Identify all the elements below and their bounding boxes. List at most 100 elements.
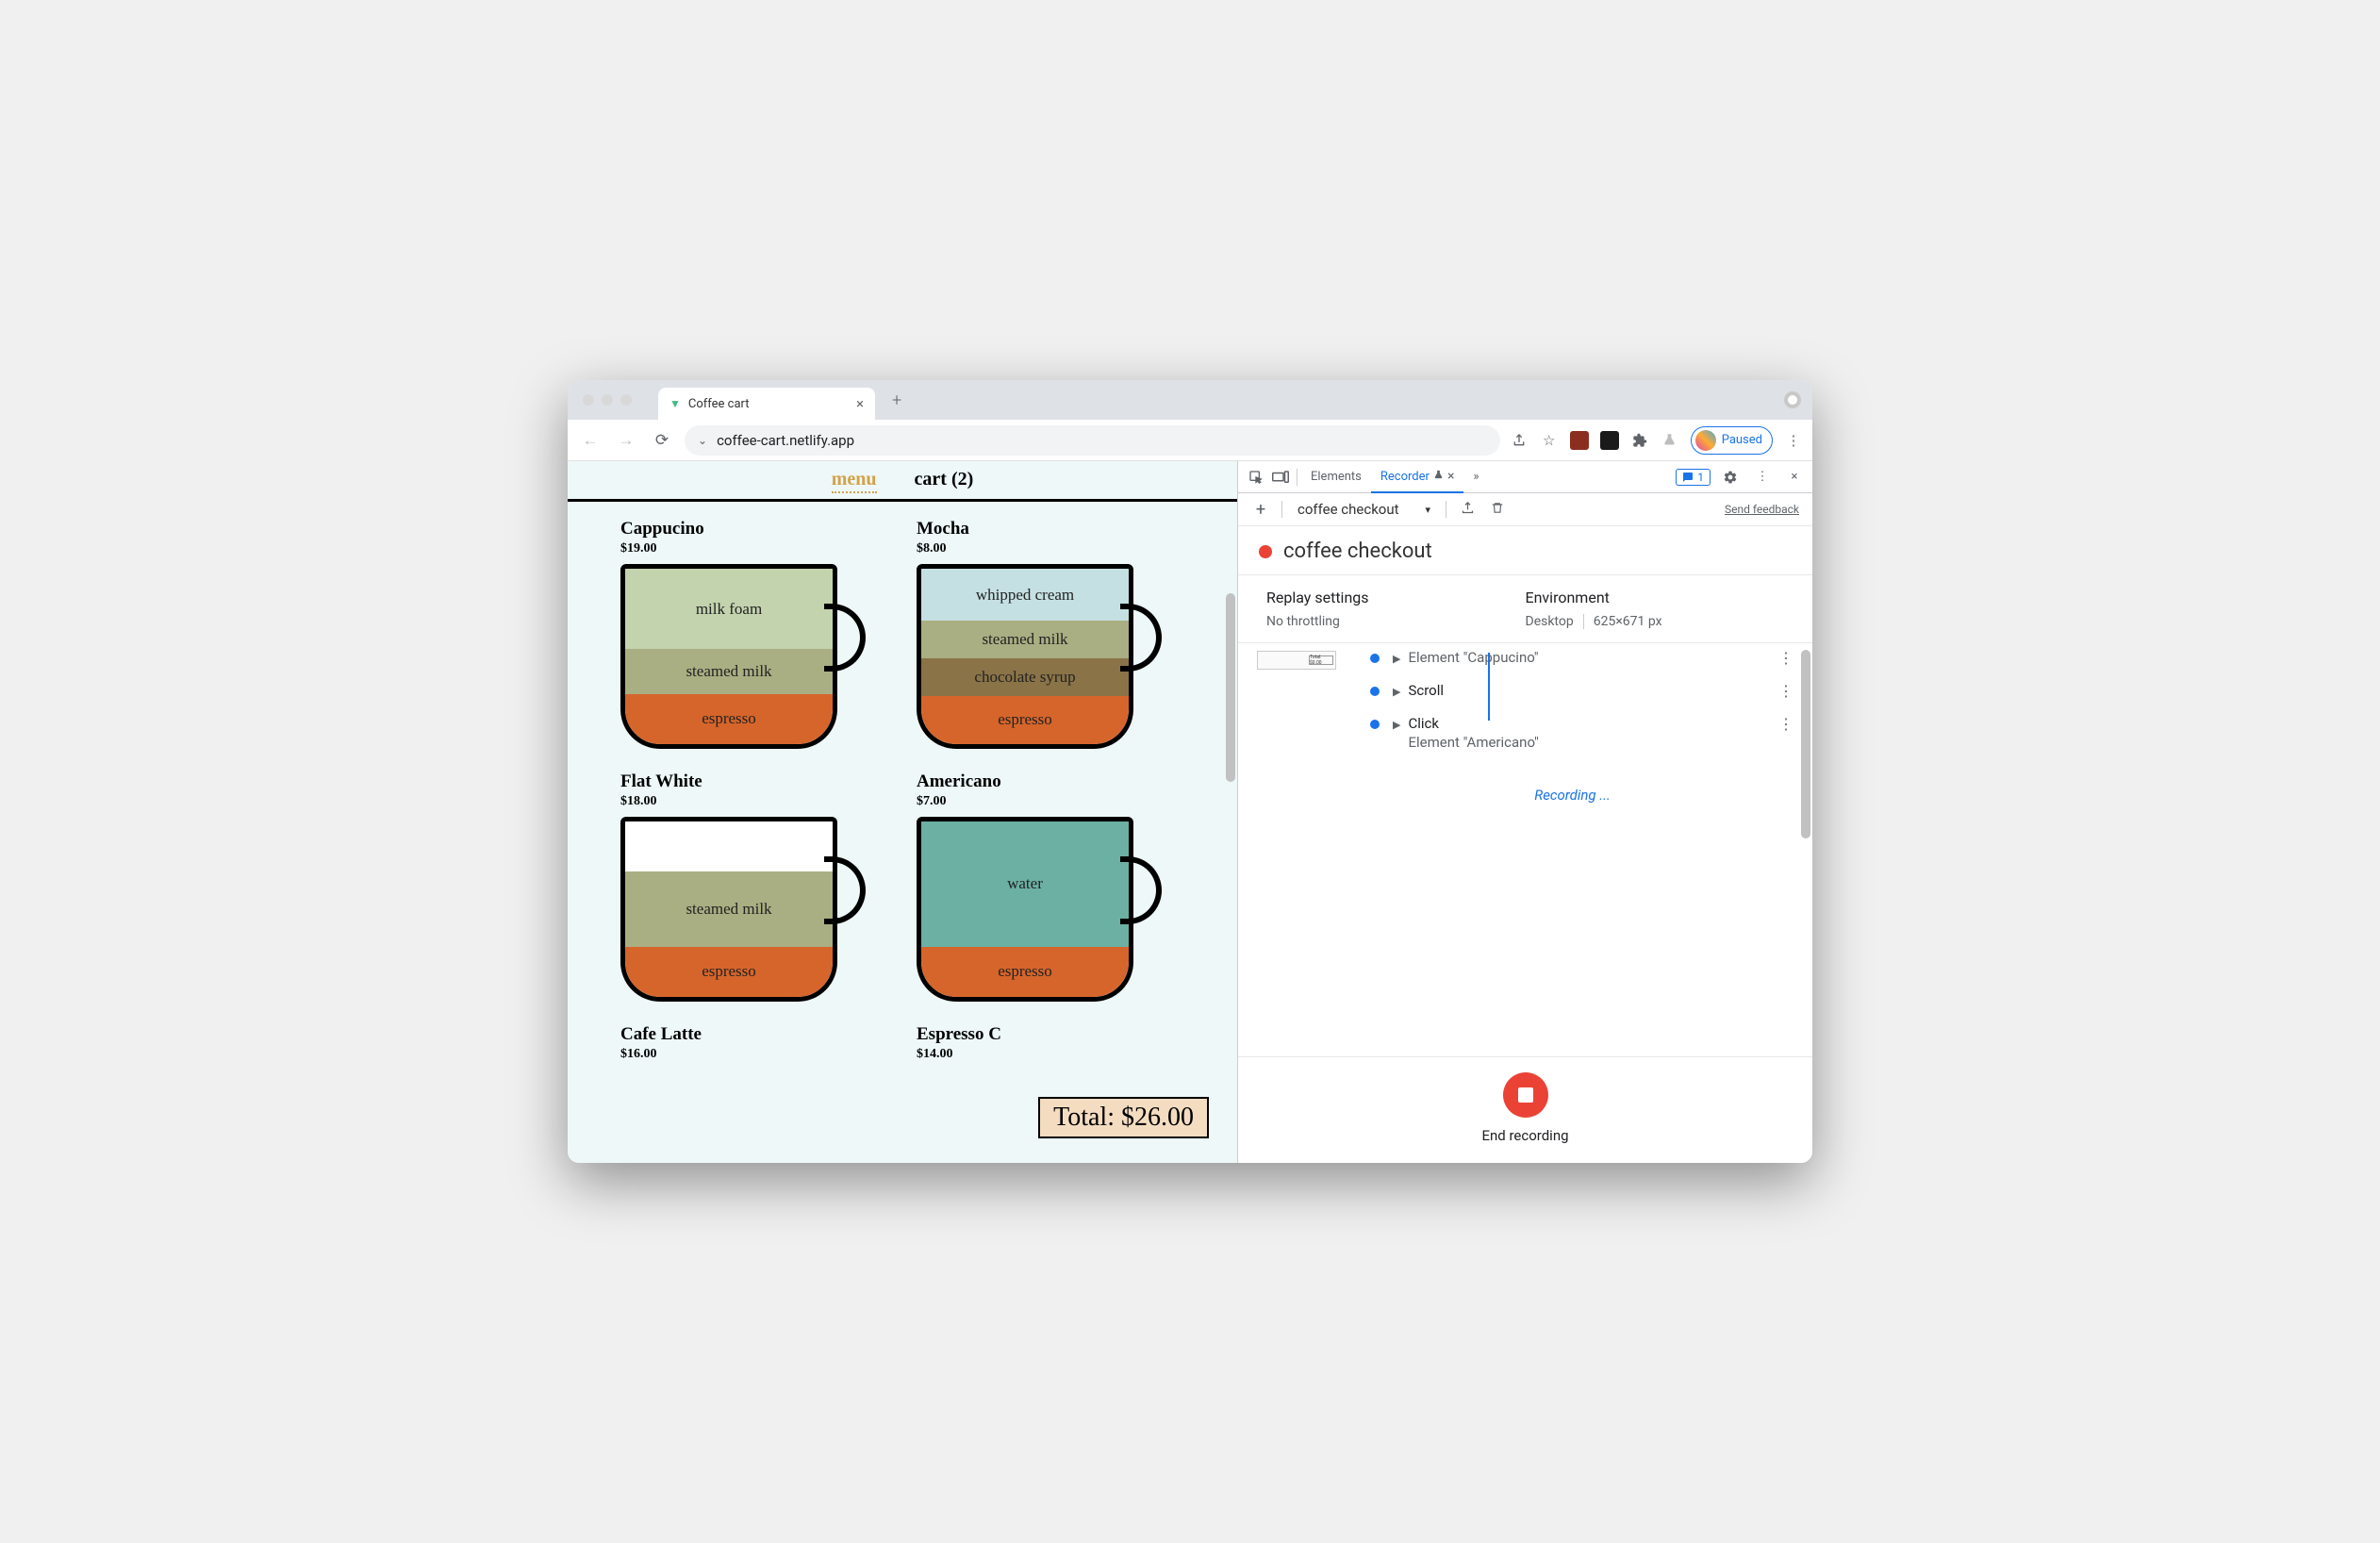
env-device[interactable]: Desktop xyxy=(1526,614,1574,629)
step-subtitle: Element "Americano" xyxy=(1408,734,1538,751)
export-icon[interactable] xyxy=(1458,501,1477,519)
step-row[interactable]: ▶ Click Element "Americano" ⋮ xyxy=(1370,707,1793,758)
end-recording-label: End recording xyxy=(1481,1127,1568,1144)
back-button[interactable]: ← xyxy=(577,427,603,454)
new-recording-icon[interactable]: + xyxy=(1251,500,1270,520)
expand-caret-icon[interactable]: ▶ xyxy=(1393,686,1400,698)
chevron-down-icon: ▾ xyxy=(1426,504,1431,516)
replay-settings-label: Replay settings xyxy=(1266,589,1526,606)
devtools-scrollbar[interactable] xyxy=(1801,650,1810,838)
content-row: menu cart (2) Cappucino$19.00espressoste… xyxy=(568,461,1812,1163)
browser-menu-icon[interactable]: ⋮ xyxy=(1784,431,1803,450)
cup-layer: steamed milk xyxy=(921,621,1129,658)
product-mocha[interactable]: Mocha $8.00 espressochocolate syrupsteamed… xyxy=(917,519,1184,753)
settings-icon[interactable] xyxy=(1718,465,1743,489)
nav-cart-link[interactable]: cart (2) xyxy=(915,469,974,493)
product-price: $14.00 xyxy=(917,1047,1184,1062)
forward-button[interactable]: → xyxy=(613,427,639,454)
new-tab-button[interactable]: + xyxy=(883,390,911,410)
recording-title-row: coffee checkout xyxy=(1238,526,1812,575)
product-americano[interactable]: Americano$7.00espressowater xyxy=(917,772,1184,1005)
step-menu-icon[interactable]: ⋮ xyxy=(1778,715,1793,733)
reload-button[interactable]: ⟳ xyxy=(649,427,675,454)
step-row[interactable]: ▶ Scroll ⋮ xyxy=(1370,674,1793,707)
minimize-window-icon[interactable] xyxy=(602,394,613,406)
step-row[interactable]: ▶ Element "Cappucino" ⋮ xyxy=(1370,643,1793,674)
more-tabs-icon[interactable]: » xyxy=(1463,465,1488,489)
env-size[interactable]: 625×671 px xyxy=(1594,614,1662,629)
cup-layer: chocolate syrup xyxy=(921,658,1129,696)
inspect-element-icon[interactable] xyxy=(1244,465,1268,489)
recording-dropdown[interactable]: coffee checkout ▾ xyxy=(1294,499,1434,520)
environment-label: Environment xyxy=(1526,589,1785,606)
browser-window: ▼ Coffee cart × + ← → ⟳ ⌄ coffee-cart.ne… xyxy=(568,380,1812,1163)
delete-icon[interactable] xyxy=(1488,501,1507,519)
messages-badge[interactable]: 1 xyxy=(1676,469,1711,486)
recording-title: coffee checkout xyxy=(1283,539,1432,563)
close-tab-icon[interactable]: × xyxy=(856,395,864,412)
stop-recording-button[interactable] xyxy=(1503,1072,1548,1118)
product-flat-white[interactable]: Flat White $18.00 espressosteamed milk xyxy=(620,772,888,1005)
paused-label: Paused xyxy=(1722,433,1762,447)
product-name: Flat White xyxy=(620,772,888,792)
close-devtools-icon[interactable]: × xyxy=(1782,465,1807,489)
product-price: $18.00 xyxy=(620,794,888,809)
step-marker-icon xyxy=(1370,654,1380,663)
avatar xyxy=(1695,430,1716,451)
product-espresso-c[interactable]: Espresso C $14.00 xyxy=(917,1024,1184,1062)
vue-icon: ▼ xyxy=(669,397,681,410)
cup: espressochocolate syrupsteamed milkwhipp… xyxy=(917,564,1162,753)
cup-layer: water xyxy=(921,821,1129,947)
step-menu-icon[interactable]: ⋮ xyxy=(1778,649,1793,667)
product-name: Mocha xyxy=(917,519,1184,539)
total-badge[interactable]: Total: $26.00 xyxy=(1038,1097,1209,1138)
nav-menu-link[interactable]: menu xyxy=(832,469,877,493)
share-icon[interactable] xyxy=(1510,431,1529,450)
cup-layer: espresso xyxy=(625,947,833,997)
tab-recorder[interactable]: Recorder × xyxy=(1371,461,1464,493)
page-scrollbar[interactable] xyxy=(1226,508,1235,980)
throttling-value[interactable]: No throttling xyxy=(1266,614,1526,629)
product-price: $7.00 xyxy=(917,794,1184,809)
cup-layer xyxy=(625,821,833,871)
device-toolbar-icon[interactable] xyxy=(1268,465,1293,489)
extensions-icon[interactable] xyxy=(1630,431,1649,450)
expand-caret-icon[interactable]: ▶ xyxy=(1393,653,1400,665)
url-bar-row: ← → ⟳ ⌄ coffee-cart.netlify.app ☆ Paused xyxy=(568,420,1812,461)
close-tab-icon[interactable]: × xyxy=(1447,469,1454,484)
cup-layer: espresso xyxy=(625,694,833,744)
product-cappucino[interactable]: Cappucino$19.00espressosteamed milkmilk … xyxy=(620,519,888,753)
steps-area: Total: $0.00 ▶ Element "Cappucino" ⋮ ▶ S… xyxy=(1238,643,1812,1056)
product-name: Cafe Latte xyxy=(620,1024,888,1045)
cup: espressosteamed milk xyxy=(620,817,866,1005)
site-info-icon[interactable]: ⌄ xyxy=(698,434,707,447)
recording-status: Recording ... xyxy=(1351,787,1793,804)
product-price: $8.00 xyxy=(917,541,1184,556)
expand-caret-icon[interactable]: ▶ xyxy=(1393,719,1400,731)
toolbar-icons: ☆ Paused ⋮ xyxy=(1510,426,1803,455)
product-grid: Cappucino$19.00espressosteamed milkmilk … xyxy=(568,502,1237,1079)
step-menu-icon[interactable]: ⋮ xyxy=(1778,682,1793,700)
step-subtitle: Element "Cappucino" xyxy=(1408,649,1538,666)
devtools-tabrow: Elements Recorder × » 1 xyxy=(1238,461,1812,493)
devtools-panel: Elements Recorder × » 1 xyxy=(1237,461,1812,1163)
extension-icon-1[interactable] xyxy=(1570,431,1589,450)
profile-paused-pill[interactable]: Paused xyxy=(1691,426,1773,455)
devtools-menu-icon[interactable]: ⋮ xyxy=(1750,465,1775,489)
product-price: $19.00 xyxy=(620,541,888,556)
labs-icon[interactable] xyxy=(1661,431,1679,450)
product-name: Espresso C xyxy=(917,1024,1184,1045)
send-feedback-link[interactable]: Send feedback xyxy=(1725,503,1799,516)
cup-layer: steamed milk xyxy=(625,649,833,693)
product-price: $16.00 xyxy=(620,1047,888,1062)
bookmark-icon[interactable]: ☆ xyxy=(1540,431,1559,450)
browser-tab[interactable]: ▼ Coffee cart × xyxy=(658,388,875,420)
extension-icon-2[interactable] xyxy=(1600,431,1619,450)
incognito-indicator xyxy=(1784,391,1801,408)
tab-elements[interactable]: Elements xyxy=(1301,461,1371,492)
close-window-icon[interactable] xyxy=(583,394,594,406)
zoom-window-icon[interactable] xyxy=(620,394,632,406)
step-marker-icon xyxy=(1370,720,1380,729)
product-cafe-latte[interactable]: Cafe Latte $16.00 xyxy=(620,1024,888,1062)
url-input[interactable]: ⌄ coffee-cart.netlify.app xyxy=(685,425,1500,456)
